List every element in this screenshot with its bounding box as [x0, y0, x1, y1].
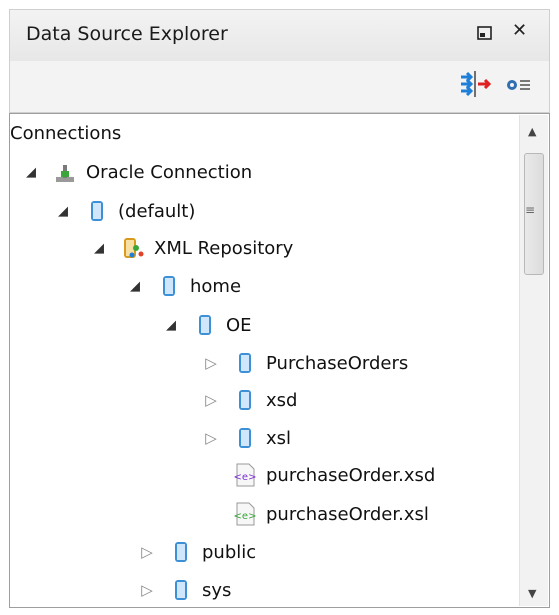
- tree-node-xsl[interactable]: ▷ xsl: [202, 422, 291, 454]
- minimize-icon[interactable]: [476, 24, 494, 47]
- tree-node-xml-repository[interactable]: ◢ XML Repository: [90, 232, 293, 264]
- tree-node-purchase-orders[interactable]: ▷ PurchaseOrders: [202, 347, 408, 379]
- scroll-down-arrow-icon[interactable]: ▼: [528, 587, 536, 600]
- tree-node-label: Connections: [10, 122, 122, 144]
- tree-node-label: (default): [118, 200, 196, 222]
- panel-titlebar: Data Source Explorer ✕: [9, 9, 550, 61]
- database-icon: [192, 312, 218, 338]
- tree-node-label: public: [202, 541, 257, 563]
- collapsed-arrow-icon[interactable]: ▷: [138, 543, 156, 561]
- tree-node-oracle-connection[interactable]: ◢ Oracle Connection: [22, 156, 252, 188]
- svg-text:<e>: <e>: [234, 472, 257, 483]
- tree-node-public[interactable]: ▷ public: [138, 536, 256, 568]
- tree-node-label: purchaseOrder.xsd: [266, 464, 436, 486]
- database-icon: [232, 425, 258, 451]
- connection-plug-icon: [52, 159, 78, 185]
- tree-node-label: purchaseOrder.xsl: [266, 503, 429, 525]
- panel-toolbar: [9, 61, 550, 113]
- expanded-arrow-icon[interactable]: ◢: [54, 204, 72, 219]
- tree-node-label: xsl: [266, 427, 292, 449]
- gear-menu-icon[interactable]: [504, 75, 534, 100]
- database-icon: [232, 350, 258, 376]
- tree-node-oe[interactable]: ◢ OE: [162, 309, 252, 341]
- expanded-arrow-icon[interactable]: ◢: [22, 165, 40, 180]
- vertical-scrollbar[interactable]: ▲ ≡ ▼: [519, 115, 548, 606]
- database-icon: [168, 539, 194, 565]
- tree-node-purchase-order-xsl[interactable]: <e> purchaseOrder.xsl: [232, 498, 429, 530]
- close-icon[interactable]: ✕: [512, 20, 527, 41]
- data-source-explorer-panel: Data Source Explorer ✕ Connections ◢ Ora…: [0, 0, 559, 615]
- tree-node-label: home: [190, 275, 242, 297]
- tree-node-label: xsd: [266, 389, 298, 411]
- database-icon: [168, 577, 194, 603]
- expanded-arrow-icon[interactable]: ◢: [126, 279, 144, 294]
- collapsed-arrow-icon[interactable]: ▷: [202, 429, 220, 447]
- panel-title: Data Source Explorer: [26, 23, 228, 45]
- tree-node-sys[interactable]: ▷ sys: [138, 574, 231, 606]
- tree-node-label: Oracle Connection: [86, 161, 253, 183]
- compare-arrows-icon[interactable]: [458, 69, 492, 104]
- scroll-up-arrow-icon[interactable]: ▲: [528, 125, 536, 138]
- xsd-file-icon: <e>: [232, 462, 258, 488]
- tree-node-purchase-order-xsd[interactable]: <e> purchaseOrder.xsd: [232, 459, 435, 491]
- tree-node-label: OE: [226, 314, 252, 336]
- collapsed-arrow-icon[interactable]: ▷: [202, 354, 220, 372]
- xml-repository-icon: [120, 235, 146, 261]
- svg-text:<e>: <e>: [234, 511, 257, 522]
- tree-root-connections[interactable]: Connections: [10, 117, 121, 149]
- database-icon: [84, 198, 110, 224]
- scroll-grip-icon: ≡: [525, 203, 536, 217]
- tree-node-label: sys: [202, 579, 232, 601]
- expanded-arrow-icon[interactable]: ◢: [90, 241, 108, 256]
- tree-node-label: PurchaseOrders: [266, 352, 409, 374]
- tree-node-xsd[interactable]: ▷ xsd: [202, 384, 297, 416]
- tree-node-home[interactable]: ◢ home: [126, 270, 241, 302]
- xsl-file-icon: <e>: [232, 501, 258, 527]
- expanded-arrow-icon[interactable]: ◢: [162, 318, 180, 333]
- tree-node-label: XML Repository: [154, 237, 294, 259]
- tree-node-default[interactable]: ◢ (default): [54, 195, 195, 227]
- collapsed-arrow-icon[interactable]: ▷: [138, 581, 156, 599]
- connections-tree: Connections ◢ Oracle Connection ◢ (defau…: [9, 113, 550, 608]
- database-icon: [156, 273, 182, 299]
- collapsed-arrow-icon[interactable]: ▷: [202, 391, 220, 409]
- database-icon: [232, 387, 258, 413]
